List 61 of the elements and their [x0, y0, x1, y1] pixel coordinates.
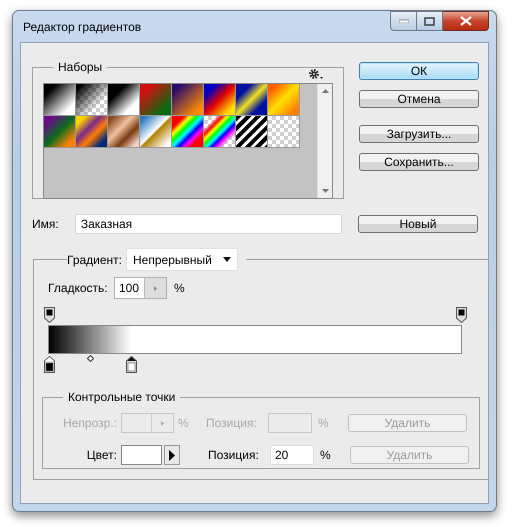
gradient-swatch[interactable]	[268, 116, 300, 148]
gradient-swatch[interactable]	[204, 116, 236, 148]
dropdown-caret-icon	[223, 257, 232, 262]
ok-button[interactable]: ОК	[359, 62, 479, 80]
gradient-swatch[interactable]	[140, 116, 172, 148]
gradient-swatch[interactable]	[44, 116, 76, 148]
percent-label: %	[178, 415, 190, 432]
gradient-type-dropdown[interactable]: Непрерывный	[126, 248, 238, 271]
opacity-stop[interactable]	[456, 307, 466, 323]
gradient-swatch[interactable]	[140, 84, 172, 116]
scroll-down-icon[interactable]	[322, 189, 328, 193]
name-label: Имя:	[32, 216, 60, 233]
gradient-swatch[interactable]	[204, 84, 236, 116]
color-stop[interactable]	[126, 356, 137, 373]
gradient-swatch[interactable]	[236, 84, 268, 116]
gear-icon[interactable]	[308, 68, 325, 80]
dialog-button[interactable]: Сохранить...	[359, 153, 479, 171]
smoothness-field[interactable]: 100	[114, 277, 167, 299]
gradient-swatch[interactable]	[44, 84, 76, 116]
gradient-swatch[interactable]	[236, 116, 268, 148]
opacity-stop[interactable]	[44, 307, 54, 323]
maximize-button[interactable]	[417, 11, 443, 31]
opacity-label: Непрозр.:	[62, 415, 118, 432]
close-button[interactable]	[443, 11, 489, 31]
maximize-icon	[424, 16, 435, 26]
scroll-up-icon[interactable]	[322, 89, 328, 93]
color-picker-button[interactable]	[164, 445, 180, 465]
stops-title: Контрольные точки	[68, 390, 176, 404]
dialog-button[interactable]: Новый	[358, 215, 478, 233]
name-field[interactable]: Заказная	[74, 214, 342, 234]
position-label: Позиция:	[206, 415, 258, 432]
color-stop[interactable]	[44, 356, 54, 373]
opacity-field[interactable]	[121, 413, 174, 433]
gradient-swatch[interactable]	[76, 84, 108, 116]
gradient-swatch[interactable]	[108, 116, 140, 148]
position-label: Позиция:	[208, 447, 260, 464]
smoothness-label: Гладкость:	[48, 280, 109, 297]
smoothness-unit: %	[174, 280, 185, 297]
gradient-swatch[interactable]	[172, 116, 204, 148]
window-title: Редактор градиентов	[23, 18, 142, 36]
percent-label: %	[320, 447, 332, 464]
position-field[interactable]: 20	[270, 445, 314, 465]
arrow-right-icon	[169, 450, 175, 460]
color-label: Цвет:	[86, 447, 118, 464]
gradient-swatch[interactable]	[172, 84, 204, 116]
gradient-swatch[interactable]	[108, 84, 140, 116]
arrow-right-icon	[154, 286, 157, 290]
close-icon	[460, 16, 472, 26]
minimize-button[interactable]	[390, 11, 417, 31]
dialog-button[interactable]: Отмена	[359, 90, 479, 108]
gradient-swatch[interactable]	[76, 116, 108, 148]
position-field[interactable]	[268, 413, 312, 433]
dialog-button[interactable]: Загрузить...	[359, 125, 479, 143]
percent-label: %	[318, 415, 330, 432]
gradient-type-label: Градиент:	[67, 252, 122, 268]
presets-title: Наборы	[58, 60, 102, 74]
arrow-right-icon	[161, 420, 164, 426]
scrollbar[interactable]	[317, 84, 332, 198]
color-swatch[interactable]	[121, 445, 162, 465]
minimize-icon	[398, 19, 408, 23]
gradient-swatch[interactable]	[268, 84, 300, 116]
